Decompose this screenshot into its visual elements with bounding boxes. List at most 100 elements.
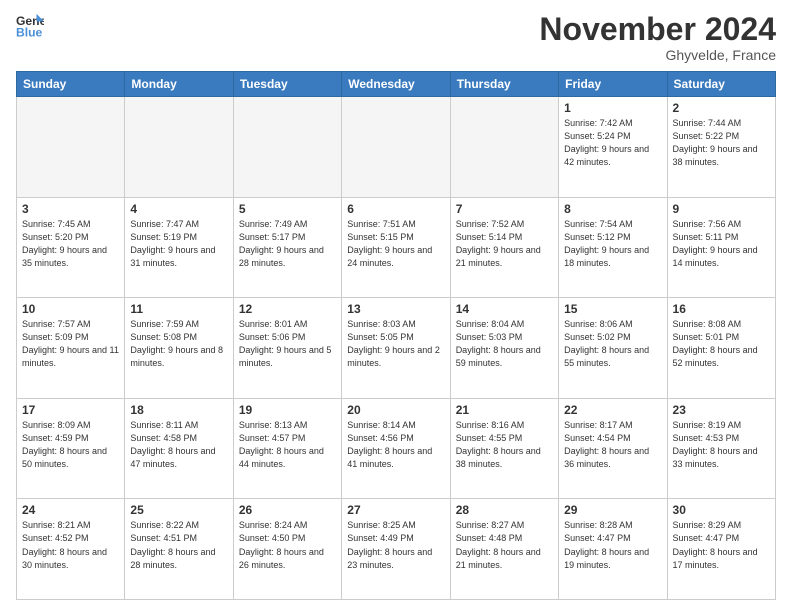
table-row: 27Sunrise: 8:25 AM Sunset: 4:49 PM Dayli… [342,499,450,600]
day-number: 14 [456,302,553,316]
table-row: 4 Sunrise: 7:47 AM Sunset: 5:19 PM Daylig… [125,197,233,298]
month-title: November 2024 [539,12,776,47]
logo: General Blue [16,12,44,40]
day-number: 28 [456,503,553,517]
day-number: 5 [239,202,336,216]
day-number: 7 [456,202,553,216]
day-number: 11 [130,302,227,316]
header-wednesday: Wednesday [342,72,450,97]
calendar-week-row: 3 Sunrise: 7:45 AM Sunset: 5:20 PM Daylig… [17,197,776,298]
day-number: 23 [673,403,770,417]
table-row: 7 Sunrise: 7:52 AM Sunset: 5:14 PM Daylig… [450,197,558,298]
day-info: Sunrise: 8:16 AM Sunset: 4:55 PM Dayligh… [456,419,553,471]
day-info: Sunrise: 8:14 AM Sunset: 4:56 PM Dayligh… [347,419,444,471]
day-info: Sunrise: 7:45 AM Sunset: 5:20 PM Dayligh… [22,218,119,270]
day-info: Sunrise: 8:22 AM Sunset: 4:51 PM Dayligh… [130,519,227,571]
day-info: Sunrise: 8:13 AM Sunset: 4:57 PM Dayligh… [239,419,336,471]
day-number: 25 [130,503,227,517]
day-number: 15 [564,302,661,316]
day-info: Sunrise: 8:08 AM Sunset: 5:01 PM Dayligh… [673,318,770,370]
day-info: Sunrise: 7:57 AM Sunset: 5:09 PM Dayligh… [22,318,119,370]
header-tuesday: Tuesday [233,72,341,97]
table-row: 1Sunrise: 7:42 AM Sunset: 5:24 PM Daylig… [559,97,667,198]
table-row: 24Sunrise: 8:21 AM Sunset: 4:52 PM Dayli… [17,499,125,600]
table-row: 26 Sunrise: 8:24 AM Sunset: 4:50 PM Dayli… [233,499,341,600]
day-number: 6 [347,202,444,216]
day-info: Sunrise: 8:17 AM Sunset: 4:54 PM Dayligh… [564,419,661,471]
table-row: 16 Sunrise: 8:08 AM Sunset: 5:01 PM Dayli… [667,298,775,399]
day-number: 10 [22,302,119,316]
day-info: Sunrise: 7:49 AM Sunset: 5:17 PM Dayligh… [239,218,336,270]
day-info: Sunrise: 8:03 AM Sunset: 5:05 PM Dayligh… [347,318,444,370]
calendar-table: Sunday Monday Tuesday Wednesday Thursday… [16,71,776,600]
title-block: November 2024 Ghyvelde, France [539,12,776,63]
calendar-week-row: 1Sunrise: 7:42 AM Sunset: 5:24 PM Daylig… [17,97,776,198]
table-row [17,97,125,198]
day-number: 24 [22,503,119,517]
day-info: Sunrise: 8:25 AM Sunset: 4:49 PM Dayligh… [347,519,444,571]
header-sunday: Sunday [17,72,125,97]
logo-icon: General Blue [16,12,44,40]
day-info: Sunrise: 7:56 AM Sunset: 5:11 PM Dayligh… [673,218,770,270]
day-number: 3 [22,202,119,216]
day-number: 16 [673,302,770,316]
day-number: 22 [564,403,661,417]
table-row: 14 Sunrise: 8:04 AM Sunset: 5:03 PM Dayli… [450,298,558,399]
day-number: 9 [673,202,770,216]
table-row: 3 Sunrise: 7:45 AM Sunset: 5:20 PM Daylig… [17,197,125,298]
day-number: 4 [130,202,227,216]
table-row: 15 Sunrise: 8:06 AM Sunset: 5:02 PM Dayli… [559,298,667,399]
table-row: 28Sunrise: 8:27 AM Sunset: 4:48 PM Dayli… [450,499,558,600]
table-row: 10 Sunrise: 7:57 AM Sunset: 5:09 PM Dayli… [17,298,125,399]
calendar-week-row: 10 Sunrise: 7:57 AM Sunset: 5:09 PM Dayli… [17,298,776,399]
day-info: Sunrise: 8:06 AM Sunset: 5:02 PM Dayligh… [564,318,661,370]
calendar-week-row: 17 Sunrise: 8:09 AM Sunset: 4:59 PM Dayli… [17,398,776,499]
table-row: 17 Sunrise: 8:09 AM Sunset: 4:59 PM Dayli… [17,398,125,499]
day-number: 8 [564,202,661,216]
day-number: 26 [239,503,336,517]
header-saturday: Saturday [667,72,775,97]
day-number: 18 [130,403,227,417]
day-number: 19 [239,403,336,417]
header-thursday: Thursday [450,72,558,97]
table-row: 23 Sunrise: 8:19 AM Sunset: 4:53 PM Dayli… [667,398,775,499]
day-info: Sunrise: 8:04 AM Sunset: 5:03 PM Dayligh… [456,318,553,370]
day-info: Sunrise: 8:19 AM Sunset: 4:53 PM Dayligh… [673,419,770,471]
table-row: 22 Sunrise: 8:17 AM Sunset: 4:54 PM Dayli… [559,398,667,499]
day-info: Sunrise: 7:59 AM Sunset: 5:08 PM Dayligh… [130,318,227,370]
table-row [125,97,233,198]
day-info: Sunrise: 7:44 AM Sunset: 5:22 PM Dayligh… [673,117,770,169]
table-row: 9 Sunrise: 7:56 AM Sunset: 5:11 PM Daylig… [667,197,775,298]
day-info: Sunrise: 8:24 AM Sunset: 4:50 PM Dayligh… [239,519,336,571]
day-number: 20 [347,403,444,417]
header: General Blue November 2024 Ghyvelde, Fra… [16,12,776,63]
day-number: 17 [22,403,119,417]
day-info: Sunrise: 8:11 AM Sunset: 4:58 PM Dayligh… [130,419,227,471]
day-info: Sunrise: 7:47 AM Sunset: 5:19 PM Dayligh… [130,218,227,270]
day-info: Sunrise: 8:28 AM Sunset: 4:47 PM Dayligh… [564,519,661,571]
day-number: 13 [347,302,444,316]
table-row [450,97,558,198]
header-monday: Monday [125,72,233,97]
table-row: 21 Sunrise: 8:16 AM Sunset: 4:55 PM Dayli… [450,398,558,499]
day-info: Sunrise: 8:01 AM Sunset: 5:06 PM Dayligh… [239,318,336,370]
calendar-week-row: 24Sunrise: 8:21 AM Sunset: 4:52 PM Dayli… [17,499,776,600]
table-row: 5 Sunrise: 7:49 AM Sunset: 5:17 PM Daylig… [233,197,341,298]
day-number: 1 [564,101,661,115]
svg-text:Blue: Blue [16,25,43,39]
table-row: 25 Sunrise: 8:22 AM Sunset: 4:51 PM Dayli… [125,499,233,600]
table-row: 29Sunrise: 8:28 AM Sunset: 4:47 PM Dayli… [559,499,667,600]
calendar-header-row: Sunday Monday Tuesday Wednesday Thursday… [17,72,776,97]
table-row: 18 Sunrise: 8:11 AM Sunset: 4:58 PM Dayli… [125,398,233,499]
day-info: Sunrise: 8:09 AM Sunset: 4:59 PM Dayligh… [22,419,119,471]
table-row: 2 Sunrise: 7:44 AM Sunset: 5:22 PM Daylig… [667,97,775,198]
page: General Blue November 2024 Ghyvelde, Fra… [0,0,792,612]
day-number: 2 [673,101,770,115]
day-number: 21 [456,403,553,417]
table-row: 8Sunrise: 7:54 AM Sunset: 5:12 PM Daylig… [559,197,667,298]
location: Ghyvelde, France [539,47,776,63]
day-info: Sunrise: 7:52 AM Sunset: 5:14 PM Dayligh… [456,218,553,270]
table-row: 20 Sunrise: 8:14 AM Sunset: 4:56 PM Dayli… [342,398,450,499]
day-number: 12 [239,302,336,316]
header-friday: Friday [559,72,667,97]
